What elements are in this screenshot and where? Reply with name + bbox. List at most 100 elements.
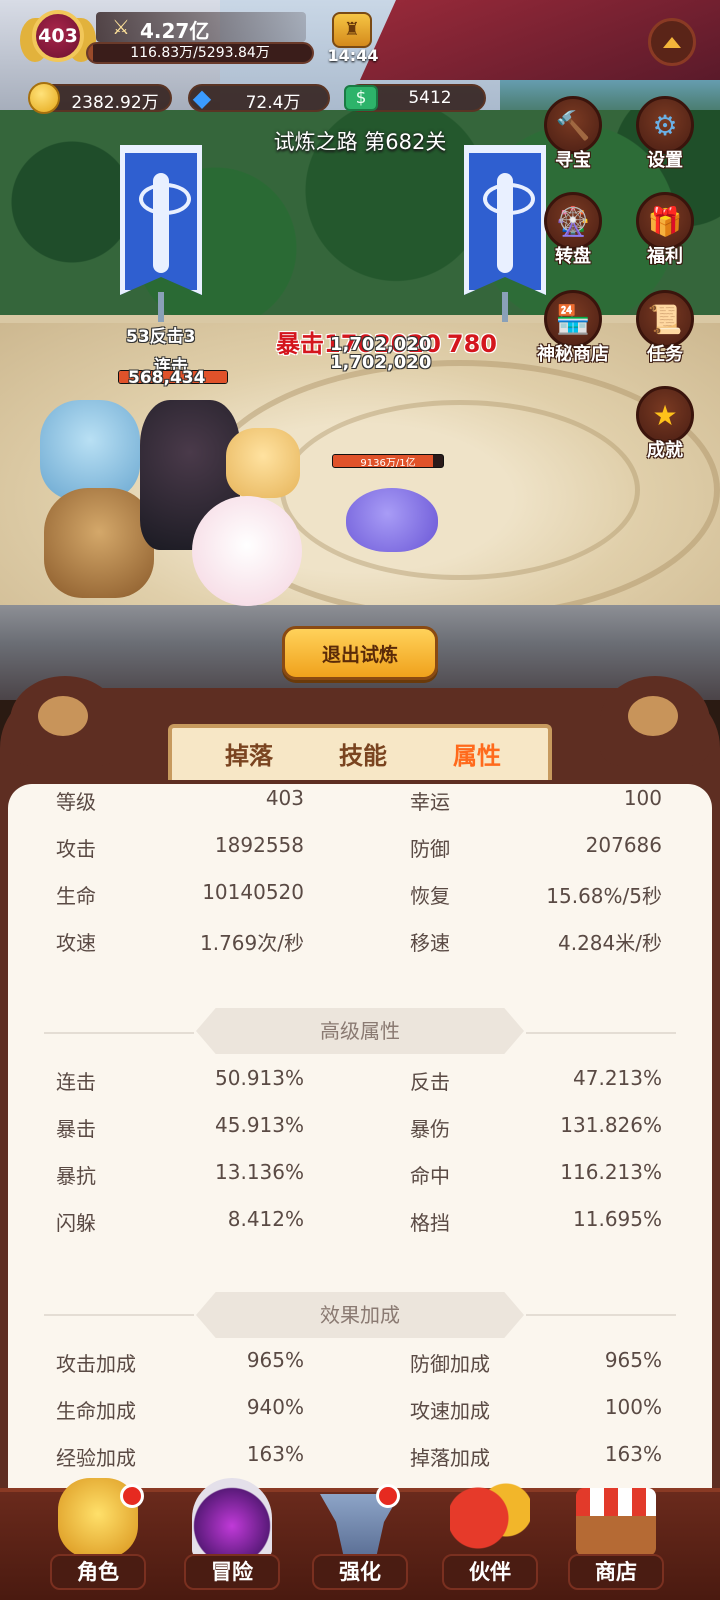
stat-value: 45.913% [215, 1113, 304, 1137]
stat-row: 防御加成 965% [410, 1348, 662, 1382]
stat-value: 10140520 [202, 880, 304, 904]
nav-enhance[interactable]: 强化 [306, 1470, 414, 1598]
stat-label: 攻速加成 [410, 1399, 490, 1423]
notification-badge [376, 1484, 400, 1508]
shop-stall-icon [576, 1488, 656, 1518]
enemy-hp-text: 9136万/1亿 [360, 458, 416, 468]
stat-row: 移速 4.284米/秒 [410, 927, 662, 961]
lucky-wheel-button[interactable]: 🎡 转盘 [536, 192, 606, 282]
panel-tabs: 掉落 技能 属性 [168, 724, 552, 780]
nav-label: 冒险 [184, 1554, 280, 1590]
exit-trial-button[interactable]: 退出试炼 [282, 626, 438, 680]
stat-label: 命中 [410, 1164, 450, 1188]
stage-title: 试炼之路 第682关 [273, 130, 447, 154]
nav-label: 角色 [50, 1554, 146, 1590]
tab-attributes[interactable]: 属性 [422, 736, 532, 771]
stat-row: 暴抗 13.136% [56, 1160, 304, 1194]
stat-label: 攻击加成 [56, 1352, 136, 1376]
stat-label: 攻击 [56, 837, 96, 861]
chick-pet [226, 428, 300, 498]
stat-label: 生命 [56, 884, 96, 908]
stat-label: 等级 [56, 790, 96, 814]
nav-label: 商店 [568, 1554, 664, 1590]
floor-pattern-inner [280, 400, 640, 580]
exp-text: 116.83万/5293.84万 [130, 45, 270, 61]
stat-label: 暴抗 [56, 1164, 96, 1188]
stat-row: 生命 10140520 [56, 880, 304, 914]
side-button-label: 设置 [647, 150, 683, 171]
settings-button[interactable]: ⚙ 设置 [628, 96, 698, 186]
stat-row: 幸运 100 [410, 786, 662, 820]
stat-row: 暴伤 131.826% [410, 1113, 662, 1147]
section-divider [526, 1032, 676, 1034]
stat-value: 1892558 [214, 833, 304, 857]
stat-value: 4.284米/秒 [558, 931, 662, 955]
side-button-label: 转盘 [555, 246, 591, 267]
tab-drops[interactable]: 掉落 [194, 736, 304, 771]
nav-adventure[interactable]: 冒险 [178, 1470, 286, 1598]
cash-icon: $ [344, 85, 378, 111]
banner-pole-left [158, 292, 164, 322]
advanced-attributes-header: 高级属性 [196, 1008, 524, 1054]
collapse-menu-button[interactable] [648, 18, 696, 66]
shark-golem-ally [40, 400, 140, 500]
stat-value: 50.913% [215, 1066, 304, 1090]
stat-value: 965% [604, 1348, 662, 1372]
section-divider [44, 1314, 194, 1316]
stat-row: 攻击加成 965% [56, 1348, 304, 1382]
stat-row: 恢复 15.68%/5秒 [410, 880, 662, 914]
side-button-label: 寻宝 [555, 150, 591, 171]
stat-value: 13.136% [215, 1160, 304, 1184]
tab-skills[interactable]: 技能 [308, 736, 418, 771]
stat-row: 暴击 45.913% [56, 1113, 304, 1147]
portal-gate-icon [192, 1478, 272, 1558]
partner-creatures-icon [450, 1478, 530, 1558]
stat-value: 8.412% [227, 1207, 304, 1231]
stat-label: 暴击 [56, 1117, 96, 1141]
stat-label: 格挡 [410, 1211, 450, 1235]
treasure-hunt-button[interactable]: 🔨 寻宝 [536, 96, 606, 186]
treant-ally [44, 488, 154, 598]
stat-label: 生命加成 [56, 1399, 136, 1423]
stat-row: 连击 50.913% [56, 1066, 304, 1100]
diamond-icon: ◆ [192, 84, 212, 112]
gold-counter[interactable]: 2382.92万 [28, 82, 172, 114]
shop-counter-icon [576, 1516, 656, 1556]
nav-character[interactable]: 角色 [44, 1470, 152, 1598]
quest-button[interactable]: 📜 任务 [628, 290, 698, 380]
stat-value: 163% [604, 1442, 662, 1466]
stat-row: 攻击 1892558 [56, 833, 304, 867]
notification-badge [120, 1484, 144, 1508]
nav-partners[interactable]: 伙伴 [436, 1470, 544, 1598]
stat-row: 防御 207686 [410, 833, 662, 867]
nav-label: 伙伴 [442, 1554, 538, 1590]
gem-counter[interactable]: ◆ 72.4万 [188, 84, 330, 113]
exp-bar: 116.83万/5293.84万 [86, 42, 314, 64]
stat-label: 移速 [410, 931, 450, 955]
stat-row: 命中 116.213% [410, 1160, 662, 1194]
timer-chest-icon[interactable]: ♜ [332, 12, 372, 48]
stat-value: 47.213% [573, 1066, 662, 1090]
stat-label: 幸运 [410, 790, 450, 814]
mystery-shop-button[interactable]: 🏪 神秘商店 [536, 290, 609, 380]
stat-value: 1.769次/秒 [200, 931, 304, 955]
stat-value: 163% [246, 1442, 304, 1466]
stat-row: 闪躲 8.412% [56, 1207, 304, 1241]
panel-ear-right [600, 676, 710, 766]
stat-value: 131.826% [560, 1113, 662, 1137]
player-level: 403 [32, 10, 84, 62]
welfare-button[interactable]: 🎁 福利 [628, 192, 698, 282]
crossed-swords-icon: ⚔ [112, 15, 130, 39]
section-divider [526, 1314, 676, 1316]
stat-value: 403 [265, 786, 304, 810]
nav-shop[interactable]: 商店 [562, 1470, 670, 1598]
stat-label: 经验加成 [56, 1446, 136, 1470]
achievement-button[interactable]: ★ 成就 [628, 386, 698, 476]
purple-slime-enemy [346, 488, 438, 552]
nav-label: 强化 [312, 1554, 408, 1590]
chevron-up-icon [663, 36, 681, 48]
gem-value: 72.4万 [245, 93, 301, 113]
player-level-badge[interactable]: 403 [20, 8, 96, 66]
cash-counter[interactable]: $ 5412 [344, 84, 486, 112]
combat-power: ⚔ 4.27亿 [96, 12, 306, 43]
